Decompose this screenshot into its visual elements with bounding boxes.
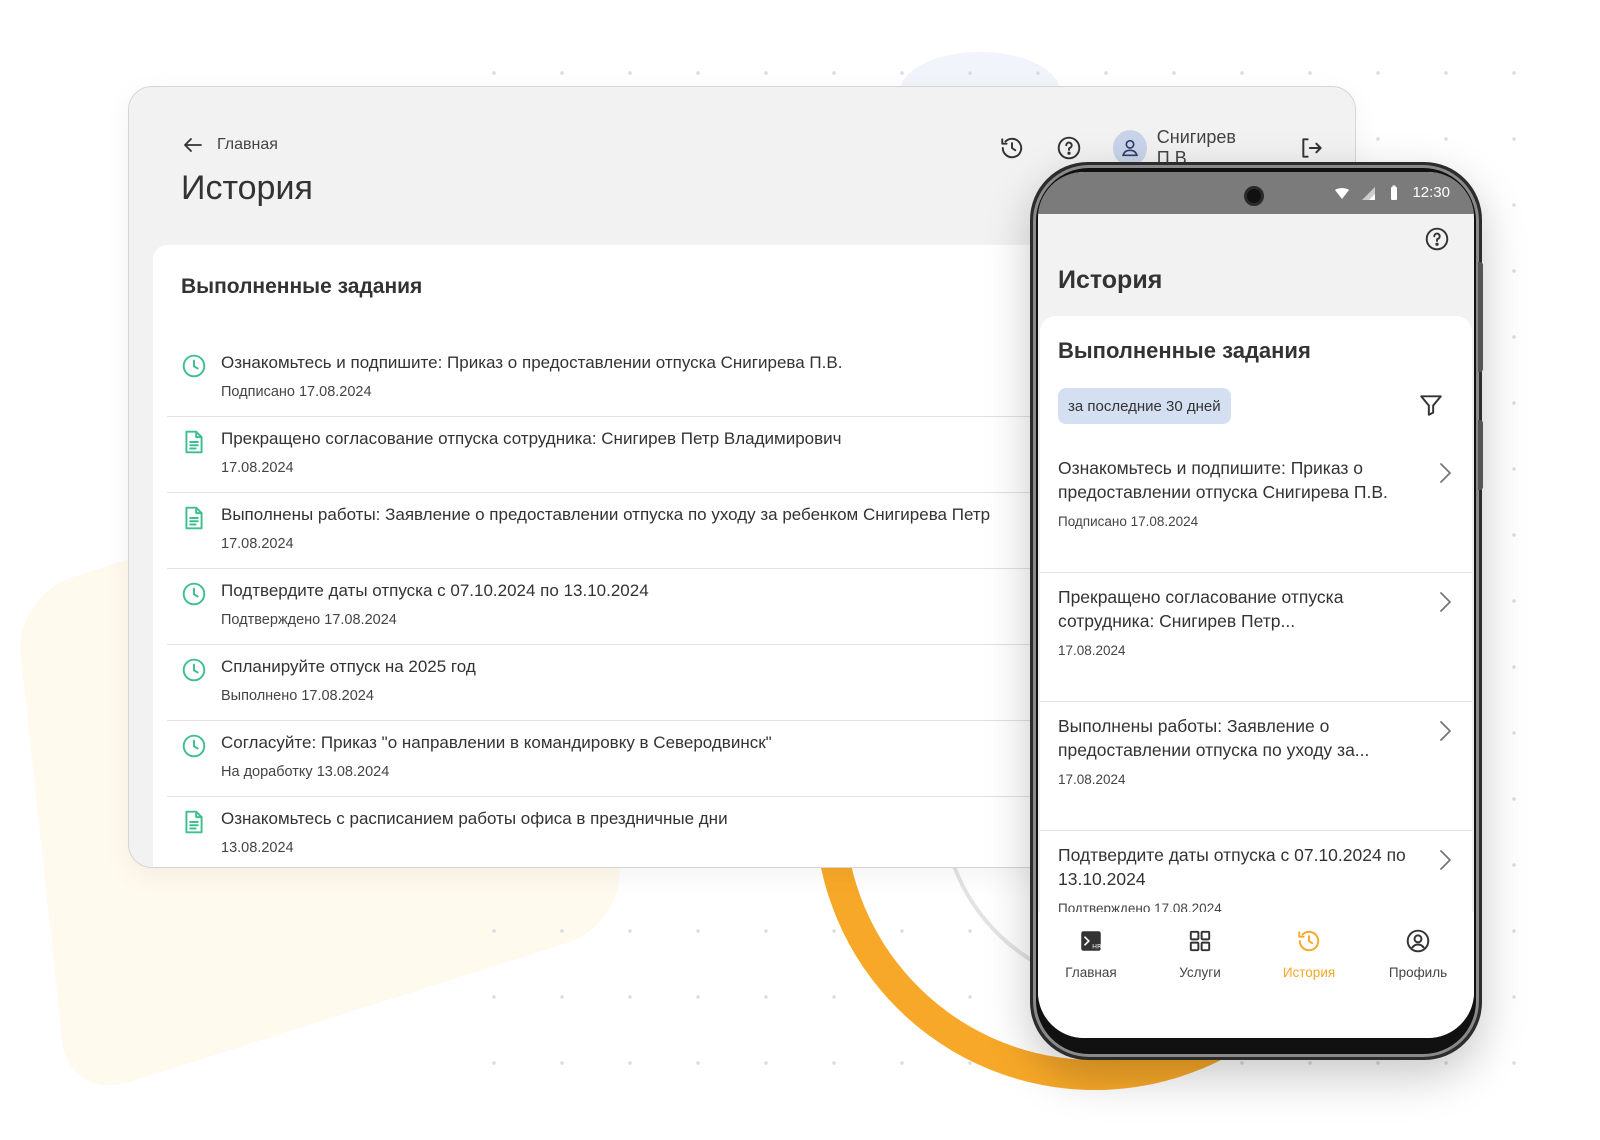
camera-icon xyxy=(1244,186,1264,206)
nav-item-profile[interactable]: Профиль xyxy=(1373,928,1463,982)
task-title: Прекращено согласование отпуска сотрудни… xyxy=(221,429,842,448)
user-icon xyxy=(1121,139,1138,157)
svg-text:HR: HR xyxy=(1092,943,1102,951)
phone-side-button xyxy=(1478,420,1483,490)
page-title: История xyxy=(181,169,313,207)
task-title: Выполнены работы: Заявление о предоставл… xyxy=(1058,716,1370,760)
nav-item-history[interactable]: История xyxy=(1264,928,1354,982)
nav-label: История xyxy=(1282,965,1336,980)
avatar xyxy=(1112,130,1147,166)
clock-icon xyxy=(181,657,207,683)
phone-side-button xyxy=(1478,262,1483,372)
task-title: Спланируйте отпуск на 2025 год xyxy=(221,657,476,676)
nav-label: Главная xyxy=(1065,965,1117,980)
task-title: Ознакомьтесь и подпишите: Приказ о предо… xyxy=(1058,458,1388,502)
nav-label: Профиль xyxy=(1388,965,1448,980)
card-title: Выполненные задания xyxy=(181,275,423,298)
task-title: Подтвердите даты отпуска с 07.10.2024 по… xyxy=(221,581,649,600)
battery-icon xyxy=(1391,185,1398,200)
task-status: На доработку 13.08.2024 xyxy=(221,764,390,780)
task-status: 17.08.2024 xyxy=(221,460,294,476)
clock-time: 12:30 xyxy=(1412,184,1450,201)
hr-logo-icon: HR xyxy=(1046,928,1136,954)
mobile-page-title: История xyxy=(1058,266,1163,294)
phone-screen: 12:30 История Выполненные задания за пос… xyxy=(1038,172,1474,1038)
task-status: Подписано 17.08.2024 xyxy=(221,384,372,400)
task-status: 17.08.2024 xyxy=(221,536,294,552)
task-title: Выполнены работы: Заявление о предоставл… xyxy=(221,505,991,524)
nav-item-home[interactable]: HR Главная xyxy=(1046,928,1136,982)
clock-icon xyxy=(181,581,207,607)
nav-label: Услуги xyxy=(1179,965,1221,980)
mobile-task-list: Ознакомьтесь и подпишите: Приказ о предо… xyxy=(1040,444,1472,960)
help-icon xyxy=(1057,136,1081,160)
signal-icon xyxy=(1362,186,1376,200)
help-icon xyxy=(1425,227,1449,251)
task-title: Ознакомьтесь и подпишите: Приказ о предо… xyxy=(221,353,843,372)
task-status: Выполнено 17.08.2024 xyxy=(221,688,374,704)
filter-button[interactable] xyxy=(1418,392,1444,418)
document-icon xyxy=(181,429,207,455)
bottom-navigation: HR Главная Услуги История Профиль xyxy=(1038,912,1474,1038)
mobile-task-row[interactable]: Прекращено согласование отпуска сотрудни… xyxy=(1040,573,1472,702)
task-title: Согласуйте: Приказ "о направлении в кома… xyxy=(221,733,772,752)
document-icon xyxy=(181,809,207,835)
history-icon xyxy=(1001,137,1023,159)
document-icon xyxy=(181,505,207,531)
grid-icon xyxy=(1155,928,1245,954)
history-button[interactable] xyxy=(999,134,1026,162)
task-status: 17.08.2024 xyxy=(1058,643,1126,658)
logout-icon xyxy=(1301,138,1322,158)
status-indicators: 12:30 xyxy=(1334,184,1450,201)
task-status: Подтверждено 17.08.2024 xyxy=(221,612,397,628)
task-status: 13.08.2024 xyxy=(221,840,294,856)
task-title: Подтвердите даты отпуска с 07.10.2024 по… xyxy=(1058,845,1406,889)
mobile-help-button[interactable] xyxy=(1424,226,1450,252)
chevron-right-icon xyxy=(1436,847,1454,873)
status-bar: 12:30 xyxy=(1038,172,1474,214)
chevron-right-icon xyxy=(1436,460,1454,486)
mobile-tasks-card: Выполненные задания за последние 30 дней… xyxy=(1040,316,1472,960)
mobile-task-row[interactable]: Выполнены работы: Заявление о предоставл… xyxy=(1040,702,1472,831)
help-button[interactable] xyxy=(1056,134,1083,162)
task-status: Подписано 17.08.2024 xyxy=(1058,514,1199,529)
logout-button[interactable] xyxy=(1298,134,1325,162)
mobile-task-row[interactable]: Ознакомьтесь и подпишите: Приказ о предо… xyxy=(1040,444,1472,573)
back-link-label: Главная xyxy=(217,136,278,153)
nav-item-services[interactable]: Услуги xyxy=(1155,928,1245,982)
period-filter-chip[interactable]: за последние 30 дней xyxy=(1058,388,1231,424)
task-status: 17.08.2024 xyxy=(1058,772,1126,787)
arrow-left-icon xyxy=(184,138,202,152)
profile-icon xyxy=(1373,928,1463,954)
task-title: Ознакомьтесь с расписанием работы офиса … xyxy=(221,809,728,828)
history-icon xyxy=(1264,928,1354,954)
task-title: Прекращено согласование отпуска сотрудни… xyxy=(1058,587,1344,631)
clock-icon xyxy=(181,353,207,379)
clock-icon xyxy=(181,733,207,759)
wifi-icon xyxy=(1335,187,1350,199)
back-link[interactable]: Главная xyxy=(181,133,278,157)
mobile-card-title: Выполненные задания xyxy=(1058,338,1311,363)
chevron-right-icon xyxy=(1436,718,1454,744)
filter-icon xyxy=(1420,395,1442,416)
chevron-right-icon xyxy=(1436,589,1454,615)
